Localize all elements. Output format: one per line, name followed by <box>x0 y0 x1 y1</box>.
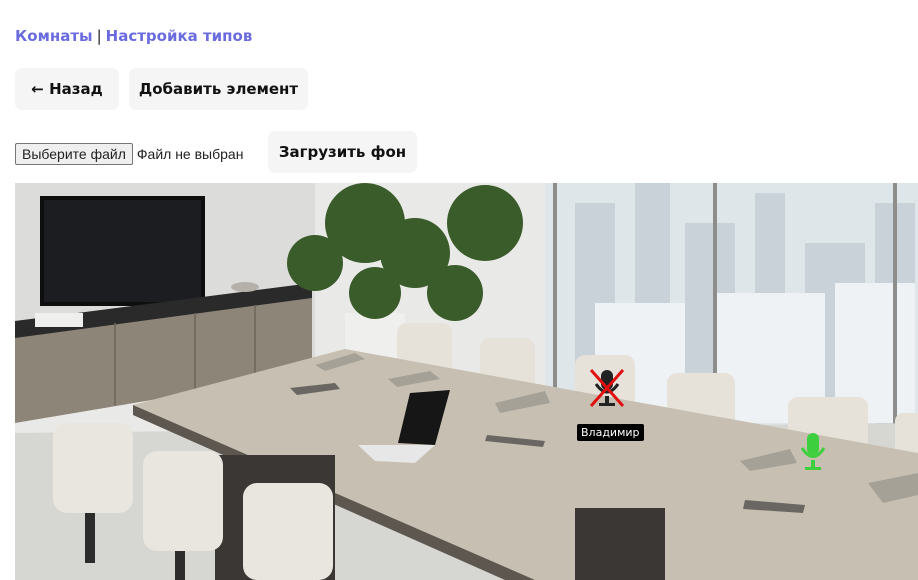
participant-label: Владимир <box>577 424 644 441</box>
back-button[interactable]: ← Назад <box>15 68 119 110</box>
breadcrumb-types-link[interactable]: Настройка типов <box>106 27 253 45</box>
breadcrumb-rooms-link[interactable]: Комнаты <box>15 27 93 45</box>
room-background-image <box>15 183 918 580</box>
upload-background-button[interactable]: Загрузить фон <box>268 131 417 173</box>
room-canvas[interactable]: Владимир <box>15 183 918 580</box>
mic-muted-icon <box>589 369 625 407</box>
choose-file-button[interactable]: Выберите файл <box>15 143 133 165</box>
breadcrumb: Комнаты | Настройка типов <box>15 27 252 45</box>
file-status-text: Файл не выбран <box>136 146 244 162</box>
mic-icon <box>800 433 826 470</box>
breadcrumb-separator: | <box>96 27 102 45</box>
file-input: Выберите файл Файл не выбран <box>15 143 243 165</box>
add-element-button[interactable]: Добавить элемент <box>129 68 308 110</box>
